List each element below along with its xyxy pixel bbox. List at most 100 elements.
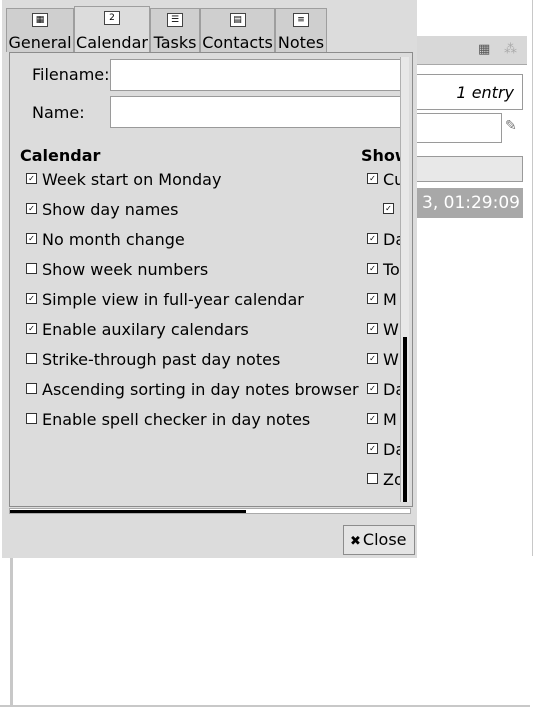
scrollbar-thumb[interactable]	[403, 337, 407, 502]
general-icon[interactable]: ▦	[478, 42, 490, 57]
name-label: Name:	[32, 103, 85, 122]
tab-label: General	[8, 33, 72, 52]
background-toolbar: ▦ ⁂	[404, 36, 527, 65]
option-label: M	[383, 290, 397, 309]
brush-icon[interactable]: ✎	[505, 118, 517, 134]
option-label: Simple view in full-year calendar	[42, 290, 304, 309]
close-button[interactable]: ✖ Close	[343, 525, 415, 555]
option-label: Strike-through past day notes	[42, 350, 281, 369]
background-input[interactable]	[404, 113, 502, 143]
close-icon: ✖	[350, 534, 361, 549]
show-option[interactable]: ✓ W	[367, 350, 399, 370]
entry-count: 1 entry	[404, 74, 523, 110]
checkbox[interactable]: ✓	[26, 203, 37, 214]
tab-label: Notes	[277, 33, 325, 52]
checkbox[interactable]	[26, 263, 37, 274]
background-strip	[404, 156, 523, 182]
calendar-option[interactable]: ✓ Simple view in full-year calendar	[26, 290, 304, 310]
calendar-option[interactable]: Show week numbers	[26, 260, 208, 280]
calendar-option[interactable]: Enable spell checker in day notes	[26, 410, 310, 430]
preferences-dialog: ▦ General 2 Calendar ☰ Tasks ▤ Contacts …	[2, 0, 417, 558]
checkbox[interactable]: ✓	[367, 323, 378, 334]
scrollbar-thumb[interactable]	[10, 510, 246, 513]
contacts-icon: ▤	[229, 13, 246, 27]
show-section-title: Show	[361, 146, 400, 165]
option-label: M	[383, 410, 397, 429]
notes-icon: ≡	[293, 13, 309, 27]
checkbox[interactable]: ✓	[367, 263, 378, 274]
tab-label: Calendar	[76, 33, 148, 52]
calendar-option[interactable]: Ascending sorting in day notes browser	[26, 380, 359, 400]
background-bottom	[0, 556, 533, 722]
calendar-option[interactable]: ✓ Enable auxilary calendars	[26, 320, 249, 340]
checkbox[interactable]: ✓	[26, 233, 37, 244]
option-label: W	[383, 320, 399, 339]
checkbox[interactable]: ✓	[383, 203, 394, 214]
checkbox[interactable]: ✓	[367, 173, 378, 184]
checkbox[interactable]: ✓	[367, 383, 378, 394]
show-section: Show ✓Cu✓S✓Da✓To✓M✓W✓W✓Da✓M✓DaZo	[360, 53, 400, 506]
close-label: Close	[362, 530, 407, 549]
tab-tasks[interactable]: ☰ Tasks	[150, 8, 200, 52]
option-label: W	[383, 350, 399, 369]
filename-label: Filename:	[32, 65, 110, 84]
show-option[interactable]: ✓ To	[367, 260, 400, 280]
option-label: Zo	[383, 470, 400, 489]
option-label: Ascending sorting in day notes browser	[42, 380, 359, 399]
option-label: Da	[383, 380, 400, 399]
checkbox[interactable]	[26, 353, 37, 364]
show-option[interactable]: ✓ W	[367, 320, 399, 340]
datetime-display: 3, 01:29:09	[404, 188, 523, 218]
checkbox[interactable]: ✓	[26, 323, 37, 334]
option-label: Da	[383, 230, 400, 249]
tab-bar: ▦ General 2 Calendar ☰ Tasks ▤ Contacts …	[6, 6, 327, 54]
option-label: Da	[383, 440, 400, 459]
checkbox[interactable]: ✓	[367, 413, 378, 424]
general-icon: ▦	[32, 13, 48, 27]
checkbox[interactable]	[26, 413, 37, 424]
tab-notes[interactable]: ≡ Notes	[275, 8, 327, 52]
calendar-option[interactable]: ✓ Week start on Monday	[26, 170, 221, 190]
option-label: Enable spell checker in day notes	[42, 410, 311, 429]
option-label: To	[383, 260, 400, 279]
calendar-section-title: Calendar	[20, 146, 101, 165]
option-label: Cu	[383, 170, 400, 189]
show-option[interactable]: ✓ Da	[367, 440, 400, 460]
checkbox[interactable]: ✓	[367, 233, 378, 244]
network-icon: ⁂	[504, 42, 517, 57]
show-option[interactable]: ✓S	[383, 200, 400, 220]
show-option[interactable]: ✓ Da	[367, 230, 400, 250]
tab-label: Tasks	[153, 33, 197, 52]
background-bottom-edge	[0, 705, 530, 724]
show-option[interactable]: ✓ M	[367, 410, 397, 430]
checkbox[interactable]: ✓	[367, 443, 378, 454]
calendar-option[interactable]: Strike-through past day notes	[26, 350, 280, 370]
calendar-icon: 2	[104, 11, 120, 25]
background-left-edge	[0, 556, 13, 722]
name-field[interactable]	[110, 96, 402, 128]
checkbox[interactable]: ✓	[367, 353, 378, 364]
tab-calendar[interactable]: 2 Calendar	[74, 6, 150, 54]
vertical-scrollbar[interactable]	[400, 57, 409, 502]
tasks-icon: ☰	[167, 13, 183, 27]
calendar-option[interactable]: ✓ No month change	[26, 230, 185, 250]
option-label: Week start on Monday	[42, 170, 222, 189]
checkbox[interactable]: ✓	[367, 293, 378, 304]
checkbox[interactable]	[367, 473, 378, 484]
checkbox[interactable]: ✓	[26, 293, 37, 304]
option-label: Show day names	[42, 200, 179, 219]
show-option[interactable]: ✓ Cu	[367, 170, 400, 190]
checkbox[interactable]	[26, 383, 37, 394]
calendar-option[interactable]: ✓ Show day names	[26, 200, 178, 220]
checkbox[interactable]: ✓	[26, 173, 37, 184]
option-label: Enable auxilary calendars	[42, 320, 249, 339]
tab-label: Contacts	[202, 33, 273, 52]
tab-general[interactable]: ▦ General	[6, 8, 74, 52]
horizontal-scrollbar[interactable]	[9, 508, 411, 514]
show-option[interactable]: Zo	[367, 470, 400, 490]
show-option[interactable]: ✓ Da	[367, 380, 400, 400]
filename-field[interactable]	[110, 59, 402, 91]
show-option[interactable]: ✓ M	[367, 290, 397, 310]
option-label: Show week numbers	[42, 260, 209, 279]
tab-contacts[interactable]: ▤ Contacts	[200, 8, 275, 52]
